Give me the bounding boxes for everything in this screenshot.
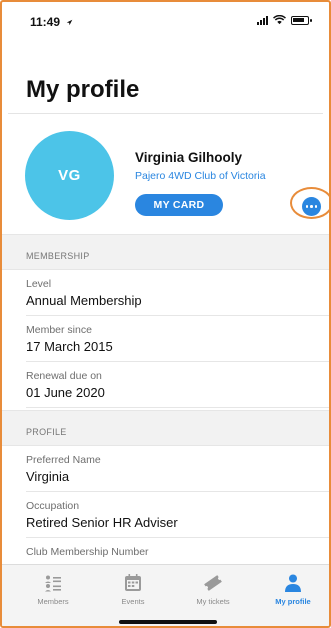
tab-members[interactable]: Members — [13, 573, 93, 613]
membership-row-level: Level Annual Membership — [2, 270, 329, 316]
row-label: Member since — [26, 324, 92, 336]
wifi-icon — [273, 15, 286, 25]
tab-members-label: Members — [37, 597, 69, 606]
more-dot — [310, 205, 313, 208]
row-label: Club Membership Number — [26, 546, 149, 558]
tab-bar: Members Events My tickets My profile — [2, 564, 329, 626]
membership-section-header: MEMBERSHIP — [2, 234, 329, 270]
status-bar: 11:49 — [2, 2, 329, 36]
row-value: Virginia — [26, 469, 70, 484]
cellular-signal-icon — [257, 15, 268, 25]
status-time: 11:49 — [30, 15, 73, 29]
tab-events-label: Events — [121, 597, 145, 606]
avatar-initials: VG — [58, 167, 81, 184]
club-link[interactable]: Pajero 4WD Club of Victoria — [135, 170, 266, 182]
clock-text: 11:49 — [30, 15, 61, 29]
profile-header-label: PROFILE — [26, 427, 67, 437]
row-value: 01 June 2020 — [26, 385, 105, 400]
membership-header-label: MEMBERSHIP — [26, 251, 90, 261]
tab-my-profile[interactable]: My profile — [253, 573, 329, 613]
row-label: Renewal due on — [26, 370, 102, 382]
events-icon — [125, 574, 141, 591]
avatar[interactable]: VG — [25, 131, 114, 220]
status-icons — [257, 15, 312, 25]
more-options-button[interactable] — [302, 197, 321, 216]
tab-events[interactable]: Events — [93, 573, 173, 613]
membership-row-member-since: Member since 17 March 2015 — [2, 316, 329, 362]
my-card-button[interactable]: MY CARD — [135, 194, 223, 216]
row-value: Annual Membership — [26, 293, 142, 308]
location-arrow-icon — [67, 19, 73, 26]
profile-row-occupation: Occupation Retired Senior HR Adviser — [2, 492, 329, 538]
membership-row-renewal: Renewal due on 01 June 2020 — [2, 362, 329, 408]
row-label: Level — [26, 278, 52, 290]
tab-my-profile-label: My profile — [275, 597, 311, 606]
row-label: Preferred Name — [26, 454, 101, 466]
page-title: My profile — [26, 76, 140, 103]
member-name: Virginia Gilhooly — [135, 150, 243, 165]
row-value: Retired Senior HR Adviser — [26, 515, 178, 530]
tab-my-tickets-label: My tickets — [196, 597, 230, 606]
ticket-icon — [204, 575, 222, 591]
more-dot — [305, 205, 309, 208]
profile-row-preferred-name: Preferred Name Virginia — [2, 446, 329, 492]
app-screen: 11:49 My profile VG Virginia Gilhooly Pa… — [0, 0, 331, 628]
row-label: Occupation — [26, 500, 80, 512]
profile-card: VG Virginia Gilhooly Pajero 4WD Club of … — [2, 114, 329, 234]
home-indicator[interactable] — [119, 620, 217, 624]
person-icon — [285, 574, 301, 592]
tab-my-tickets[interactable]: My tickets — [173, 573, 253, 613]
battery-icon — [291, 15, 312, 25]
members-icon — [45, 575, 61, 592]
profile-section-header: PROFILE — [2, 410, 329, 446]
more-dot — [314, 205, 318, 208]
row-value: 17 March 2015 — [26, 339, 113, 354]
